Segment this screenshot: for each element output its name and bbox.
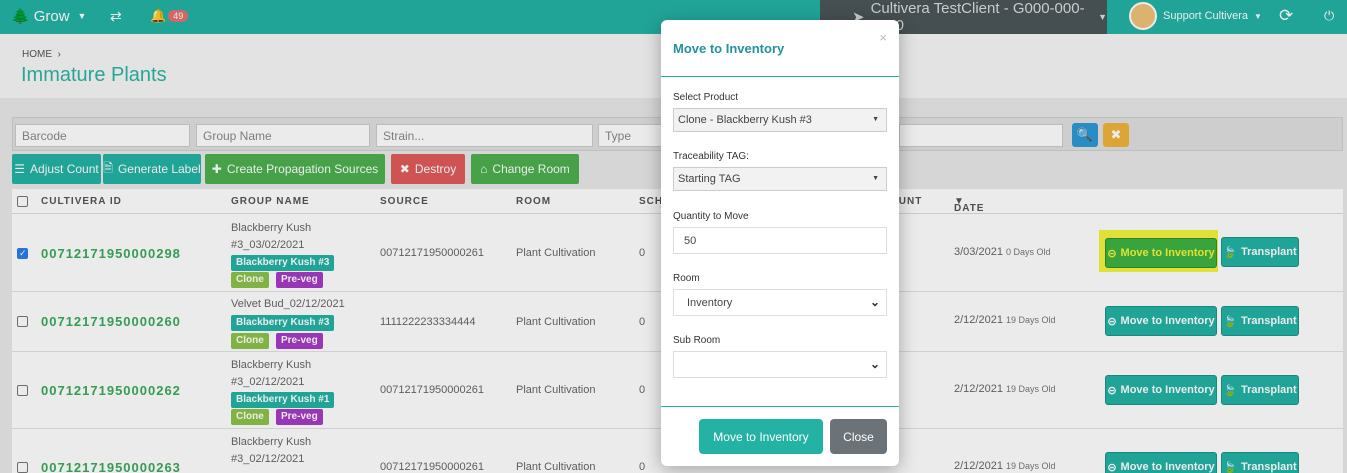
sub-room-select[interactable]: ⌄ [673, 351, 887, 378]
modal-footer-divider [661, 406, 899, 407]
close-icon[interactable]: × [879, 30, 887, 45]
quantity-input[interactable]: 50 [673, 227, 887, 254]
room-select[interactable]: Inventory ⌄ [673, 289, 887, 316]
modal-title: Move to Inventory [673, 41, 785, 56]
triangle-down-icon: ▼ [872, 116, 879, 123]
chevron-down-icon: ⌄ [869, 357, 880, 371]
move-to-inventory-modal: Move to Inventory × Select Product Clone… [661, 20, 899, 466]
sub-room-label: Sub Room [673, 335, 721, 346]
modal-header: Move to Inventory × [661, 20, 899, 77]
select-product-dropdown[interactable]: Clone - Blackberry Kush #3 ▼ [673, 108, 887, 132]
triangle-down-icon: ▼ [872, 175, 879, 182]
traceability-tag-label: Traceability TAG: [673, 151, 749, 162]
submit-move-button[interactable]: Move to Inventory [699, 419, 823, 454]
close-button[interactable]: Close [830, 419, 887, 454]
select-product-label: Select Product [673, 92, 739, 103]
traceability-tag-dropdown[interactable]: Starting TAG ▼ [673, 167, 887, 191]
chevron-down-icon: ⌄ [869, 295, 880, 309]
room-label: Room [673, 273, 700, 284]
quantity-label: Quantity to Move [673, 211, 749, 222]
